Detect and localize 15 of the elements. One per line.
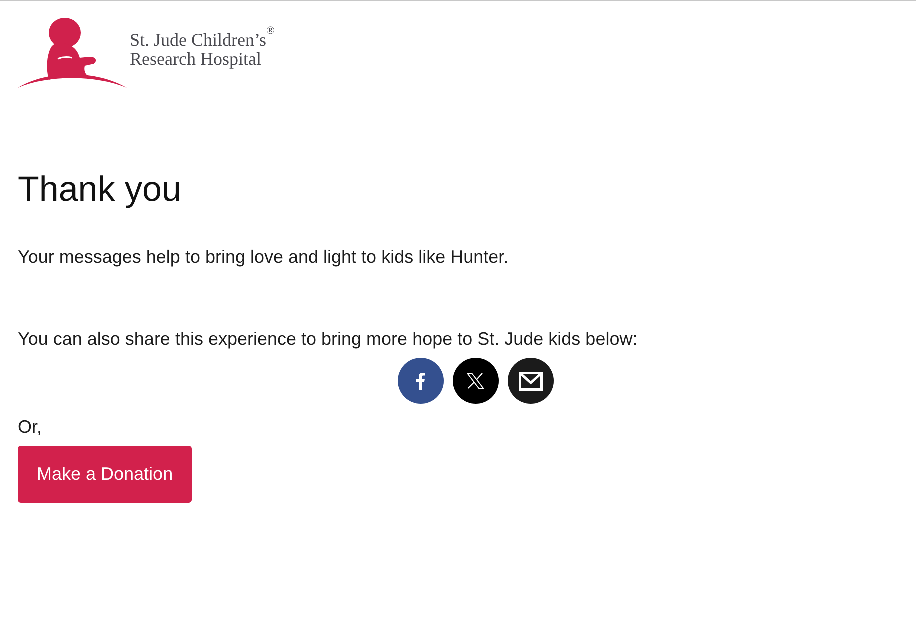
page-heading: Thank you	[18, 169, 182, 211]
email-share-button[interactable]	[508, 358, 554, 404]
child-silhouette-icon	[18, 18, 127, 89]
logo-text: St. Jude Children’s	[130, 31, 267, 50]
x-logo-icon	[467, 373, 484, 389]
or-label: Or,	[18, 416, 44, 439]
x-share-button[interactable]	[452, 358, 498, 404]
logo-text: Research Hospital	[130, 50, 262, 69]
donate-button[interactable]: Make a Donation	[18, 446, 192, 503]
share-prompt: You can also share this experience to bring more hope to St. Jude kids below:	[18, 328, 639, 351]
thank-you-message: Your messages help to bring love and light to kids like Hunter.	[18, 246, 510, 269]
facebook-share-button[interactable]	[398, 358, 444, 404]
registered-mark: ®	[266, 26, 275, 37]
envelope-icon	[518, 372, 542, 390]
facebook-f-icon	[416, 372, 425, 390]
